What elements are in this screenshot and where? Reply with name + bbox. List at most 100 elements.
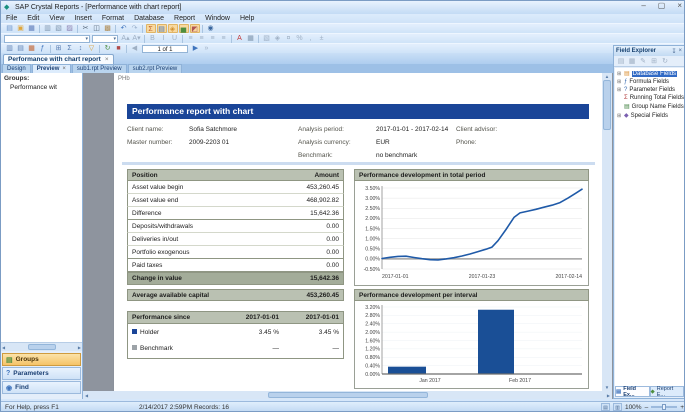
font-name-combo[interactable]: ▾ [4,35,90,43]
font-size-combo[interactable]: ▾ [92,35,118,43]
expander-icon[interactable]: ⊞ [617,79,622,85]
formula-workshop-icon[interactable]: ƒ [38,44,48,53]
close-preview-icon[interactable]: × [62,66,66,72]
refresh-icon[interactable]: ↻ [103,44,113,53]
close-button[interactable]: × [677,1,682,10]
find-button[interactable]: ◉Find [2,381,81,394]
decrease-font-icon[interactable]: A▾ [132,34,142,43]
canvas-hscrollbar[interactable]: ◀ ▶ [83,391,612,399]
group-tree-item[interactable]: Performance wit [1,82,82,91]
insert-picture-icon[interactable]: ◩ [190,24,200,33]
groups-button[interactable]: ▤Groups [2,353,81,366]
export-icon[interactable]: ▨ [65,24,75,33]
fe-edit-icon[interactable]: ✎ [639,57,648,66]
decimals-icon[interactable]: ± [317,34,327,43]
tree-running-total-fields[interactable]: ΣRunning Total Fields [615,93,684,101]
close-panel-icon[interactable]: × [677,48,683,54]
insert-summary-icon[interactable]: Σ [65,44,75,53]
pin-icon[interactable]: ↧ [670,48,677,55]
tree-group-name-fields[interactable]: ▤Group Name Fields [615,101,684,110]
cut-icon[interactable]: ✂ [81,24,91,33]
scroll-left-icon[interactable]: ◀ [85,393,88,398]
stop-icon[interactable]: ■ [114,44,124,53]
align-justify-icon[interactable]: ≡ [219,34,229,43]
paste-icon[interactable]: ▩ [103,24,113,33]
print-preview-icon[interactable]: ▧ [54,24,64,33]
scroll-thumb[interactable] [28,344,56,350]
tab-preview[interactable]: Preview× [32,64,71,73]
document-tab[interactable]: Performance with chart report × [3,54,114,64]
scroll-left-icon[interactable]: ◀ [2,345,5,350]
menu-help[interactable]: Help [235,15,259,22]
redo-icon[interactable]: ↷ [130,24,140,33]
border-icon[interactable]: ▦ [246,34,256,43]
insert-chart-icon[interactable]: ▅ [179,24,189,33]
lock-format-icon[interactable]: ◈ [273,34,283,43]
zoom-in-icon[interactable]: + [680,404,684,411]
document-tab-close-icon[interactable]: × [105,56,109,63]
zoom-slider-knob[interactable] [662,404,666,410]
page-layout-icon[interactable]: ▤ [601,403,610,411]
tree-special-fields[interactable]: ⊞◆Special Fields [615,110,684,119]
last-page-icon[interactable]: » [202,44,212,53]
font-color-icon[interactable]: A [235,34,245,43]
insert-group-icon[interactable]: ⊞ [54,44,64,53]
next-page-icon[interactable]: ▶ [191,44,201,53]
scroll-thumb[interactable] [268,392,428,398]
sort-icon[interactable]: ↕ [76,44,86,53]
align-right-icon[interactable]: ≡ [208,34,218,43]
tab-design[interactable]: Design [2,64,31,73]
menu-window[interactable]: Window [200,15,235,22]
page-width-icon[interactable]: ▥ [613,403,622,411]
tab-field-explorer[interactable]: ▤Field Ex... [615,386,650,397]
menu-database[interactable]: Database [129,15,169,22]
menu-view[interactable]: View [44,15,69,22]
fe-browse-data-icon[interactable]: ▤ [617,57,626,66]
menu-format[interactable]: Format [97,15,129,22]
tree-database-fields[interactable]: ⊞▤Database Fields [615,68,684,77]
align-center-icon[interactable]: ≡ [197,34,207,43]
tree-formula-fields[interactable]: ⊞ƒFormula Fields [615,77,684,85]
minimize-button[interactable]: – [641,1,645,10]
scroll-thumb[interactable] [603,80,611,130]
group-tree-hscrollbar[interactable]: ◀ ▶ [1,343,82,351]
parameters-button[interactable]: ?Parameters [2,367,81,380]
menu-edit[interactable]: Edit [22,15,44,22]
scroll-up-icon[interactable]: ▲ [605,74,609,79]
maximize-button[interactable]: ▢ [658,1,666,10]
zoom-out-icon[interactable]: – [645,404,649,411]
increase-font-icon[interactable]: A▴ [121,34,131,43]
expander-icon[interactable]: ⊞ [617,87,622,93]
tab-sub1-preview[interactable]: sub1.rpt Preview [72,64,127,73]
fe-insert-icon[interactable]: ▦ [628,57,637,66]
page-number-box[interactable]: 1 of 1 [142,45,188,53]
menu-insert[interactable]: Insert [69,15,97,22]
print-icon[interactable]: ▥ [43,24,53,33]
undo-icon[interactable]: ↶ [119,24,129,33]
italic-icon[interactable]: I [159,34,169,43]
save-icon[interactable]: ▦ [27,24,37,33]
currency-icon[interactable]: ¤ [284,34,294,43]
find-icon[interactable]: ◉ [206,24,216,33]
filter-icon[interactable]: ▽ [87,44,97,53]
scroll-down-icon[interactable]: ▼ [605,385,609,390]
new-icon[interactable]: ▤ [5,24,15,33]
zoom-slider[interactable] [651,406,677,408]
underline-icon[interactable]: U [170,34,180,43]
fe-refresh-icon[interactable]: ↻ [661,57,670,66]
open-icon[interactable]: ▣ [16,24,26,33]
scroll-right-icon[interactable]: ▶ [607,393,610,398]
group-expert-icon[interactable]: ▤ [16,44,26,53]
align-left-icon[interactable]: ≡ [186,34,196,43]
insert-group-icon[interactable]: ▤ [157,24,167,33]
tab-report-explorer[interactable]: ◆Report E... [650,386,685,397]
section-expert-icon[interactable]: ▥ [5,44,15,53]
scroll-right-icon[interactable]: ▶ [78,345,81,350]
menu-file[interactable]: File [1,15,22,22]
select-expert-icon[interactable]: ▦ [27,44,37,53]
suppress-icon[interactable]: ▧ [262,34,272,43]
prev-page-icon[interactable]: ◀ [130,44,140,53]
thousands-icon[interactable]: , [306,34,316,43]
tree-parameter-fields[interactable]: ⊞?Parameter Fields [615,85,684,93]
canvas-vscrollbar[interactable]: ▲ ▼ [602,73,612,391]
